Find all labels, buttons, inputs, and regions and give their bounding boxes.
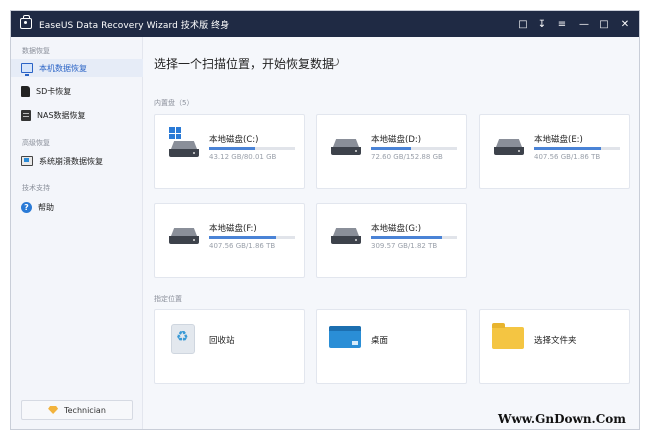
sidebar-section-recovery: 数据恢复 — [22, 47, 50, 55]
refresh-icon[interactable] — [330, 57, 339, 66]
sidebar-section-advanced: 高级恢复 — [22, 139, 50, 147]
sidebar-item-local-recovery[interactable]: 本机数据恢复 — [11, 59, 143, 77]
location-card-desktop[interactable]: 桌面 — [316, 309, 467, 384]
usage-bar-fill — [371, 236, 443, 239]
drive-name: 本地磁盘(E:) — [534, 135, 583, 145]
usage-bar — [209, 147, 295, 150]
internal-drives-label: 内置盘（5） — [154, 99, 194, 107]
diamond-icon — [48, 406, 59, 414]
hard-drive-icon — [169, 141, 199, 157]
location-name: 回收站 — [209, 336, 235, 346]
locations-label: 指定位置 — [154, 295, 182, 303]
sidebar-item-label: 帮助 — [38, 202, 54, 212]
drive-name: 本地磁盘(D:) — [371, 135, 422, 145]
usage-bar-fill — [209, 147, 256, 150]
drive-card-d[interactable]: 本地磁盘(D:) 72.60 GB/152.88 GB — [316, 114, 467, 189]
usage-bar-fill — [209, 236, 277, 239]
feedback-icon[interactable]: □ — [514, 15, 532, 33]
sidebar: 数据恢复 本机数据恢复 SD卡恢复 NAS数据恢复 高级恢复 系统崩溃数据恢复 … — [11, 37, 143, 429]
hard-drive-icon — [331, 139, 361, 155]
main-panel: 选择一个扫描位置，开始恢复数据 内置盘（5） 本地磁盘(C:) 43.12 GB… — [144, 37, 639, 429]
watermark: Www.GnDown.Com — [498, 412, 626, 426]
drive-size: 43.12 GB/80.01 GB — [209, 153, 277, 161]
windows-icon — [169, 127, 181, 139]
usage-bar — [371, 236, 457, 239]
sd-card-icon — [21, 85, 30, 97]
usage-bar — [534, 147, 620, 150]
usage-bar-fill — [371, 147, 412, 150]
drive-name: 本地磁盘(C:) — [209, 135, 259, 145]
usage-bar — [209, 236, 295, 239]
drive-size: 407.56 GB/1.86 TB — [534, 153, 601, 161]
drive-name: 本地磁盘(F:) — [209, 224, 257, 234]
hard-drive-icon — [169, 228, 199, 244]
technician-button[interactable]: Technician — [21, 400, 133, 420]
maximize-icon[interactable]: □ — [595, 15, 613, 33]
technician-label: Technician — [64, 405, 106, 415]
sidebar-item-label: 系统崩溃数据恢复 — [39, 156, 103, 166]
drive-size: 407.56 GB/1.86 TB — [209, 242, 276, 250]
location-card-recycle-bin[interactable]: 回收站 — [154, 309, 305, 384]
minimize-icon[interactable]: — — [575, 15, 593, 33]
drive-card-f[interactable]: 本地磁盘(F:) 407.56 GB/1.86 TB — [154, 203, 305, 278]
location-name: 桌面 — [371, 336, 389, 346]
folder-icon — [492, 323, 524, 349]
drive-size: 309.57 GB/1.82 TB — [371, 242, 438, 250]
location-name: 选择文件夹 — [534, 336, 577, 346]
close-icon[interactable]: ✕ — [616, 15, 634, 33]
sidebar-item-crash-recovery[interactable]: 系统崩溃数据恢复 — [11, 152, 143, 170]
drive-card-e[interactable]: 本地磁盘(E:) 407.56 GB/1.86 TB — [479, 114, 630, 189]
drive-card-g[interactable]: 本地磁盘(G:) 309.57 GB/1.82 TB — [316, 203, 467, 278]
sidebar-item-label: 本机数据恢复 — [39, 63, 87, 73]
location-card-select-folder[interactable]: 选择文件夹 — [479, 309, 630, 384]
export-icon[interactable]: ↧ — [533, 15, 551, 33]
drive-card-c[interactable]: 本地磁盘(C:) 43.12 GB/80.01 GB — [154, 114, 305, 189]
crash-recovery-icon — [21, 156, 33, 166]
drive-size: 72.60 GB/152.88 GB — [371, 153, 443, 161]
sidebar-section-support: 技术支持 — [22, 184, 50, 192]
menu-icon[interactable]: ≡ — [553, 15, 571, 33]
help-icon: ? — [21, 201, 32, 213]
window-title: EaseUS Data Recovery Wizard 技术版 终身 — [39, 21, 230, 31]
recycle-bin-icon — [171, 324, 195, 354]
sidebar-item-help[interactable]: ? 帮助 — [11, 198, 143, 216]
desktop-icon — [329, 326, 361, 348]
nas-icon — [21, 109, 31, 121]
usage-bar — [371, 147, 457, 150]
hard-drive-icon — [494, 139, 524, 155]
sidebar-item-sd-recovery[interactable]: SD卡恢复 — [11, 82, 143, 100]
hard-drive-icon — [331, 228, 361, 244]
usage-bar-fill — [534, 147, 602, 150]
sidebar-item-nas-recovery[interactable]: NAS数据恢复 — [11, 106, 143, 124]
drive-name: 本地磁盘(G:) — [371, 224, 422, 234]
sidebar-item-label: SD卡恢复 — [36, 86, 72, 96]
sidebar-item-label: NAS数据恢复 — [37, 110, 86, 120]
app-window: EaseUS Data Recovery Wizard 技术版 终身 □ ↧ ≡… — [10, 10, 640, 430]
page-title: 选择一个扫描位置，开始恢复数据 — [154, 57, 335, 71]
app-logo-icon — [20, 15, 32, 29]
title-bar: EaseUS Data Recovery Wizard 技术版 终身 □ ↧ ≡… — [11, 11, 639, 37]
monitor-icon — [21, 63, 33, 76]
